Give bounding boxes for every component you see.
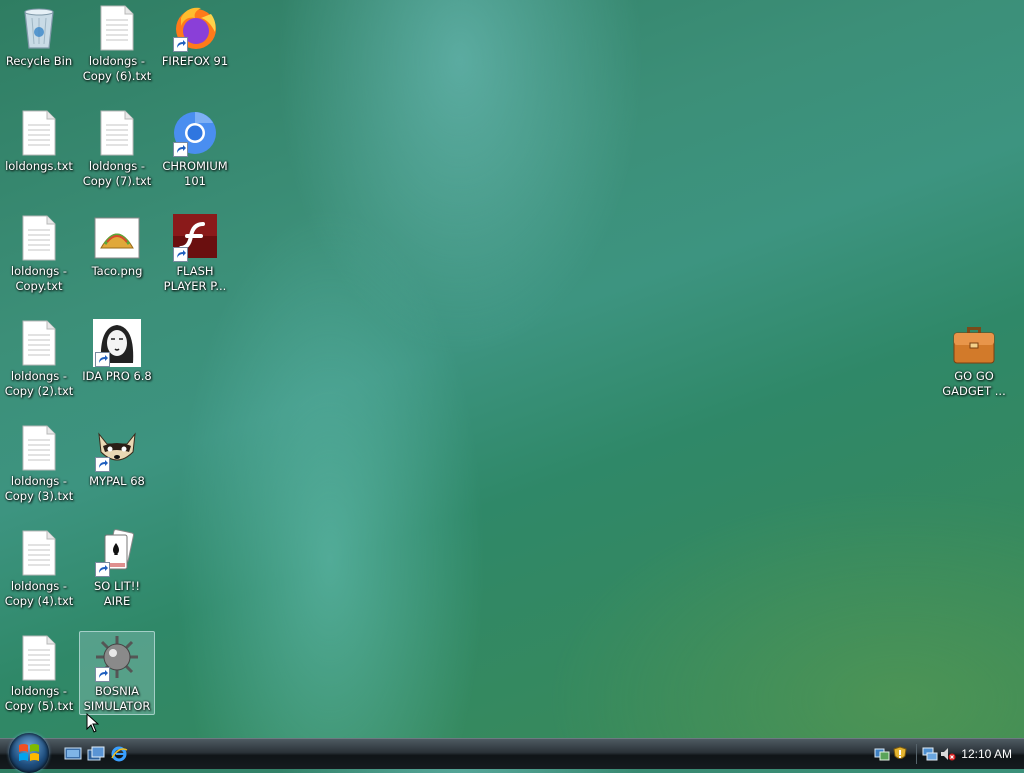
text-file-icon <box>15 634 63 682</box>
solitaire-cards-icon <box>93 529 141 577</box>
shortcut-arrow-icon <box>173 37 188 52</box>
chromium-icon <box>171 109 219 157</box>
desktop-icon-loldongs[interactable]: loldongs.txt <box>2 107 76 187</box>
text-file-icon <box>15 319 63 367</box>
desktop-icon-loldongs-copy-4[interactable]: loldongs - Copy (4).txt <box>2 527 76 608</box>
text-file-icon <box>15 214 63 262</box>
network-icon[interactable] <box>922 746 938 762</box>
desktop-icon-loldongs-copy-3[interactable]: loldongs - Copy (3).txt <box>2 422 76 503</box>
desktop-icon-taco-png[interactable]: Taco.png <box>80 212 154 292</box>
security-shield-icon[interactable] <box>892 746 908 762</box>
desktop-icon-chromium[interactable]: CHROMIUM 101 <box>158 107 232 188</box>
internet-explorer-button[interactable] <box>110 746 128 762</box>
text-file-icon <box>15 424 63 472</box>
switch-windows-button[interactable] <box>87 746 105 762</box>
taskbar: 12:10 AM <box>0 733 1024 773</box>
shortcut-arrow-icon <box>95 562 110 577</box>
desktop-icon-bosnia-simulator[interactable]: BOSNIA SIMULATOR <box>79 631 155 715</box>
mypal-raccoon-icon <box>93 424 141 472</box>
show-desktop-button[interactable] <box>64 746 82 762</box>
recycle-bin-icon <box>15 4 63 52</box>
desktop-icon-mypal[interactable]: MYPAL 68 <box>80 422 154 502</box>
firefox-icon <box>171 4 219 52</box>
taco-image-icon <box>93 214 141 262</box>
desktop-icon-loldongs-copy-6[interactable]: loldongs - Copy (6).txt <box>80 2 154 83</box>
desktop-icon-loldongs-copy-5[interactable]: loldongs - Copy (5).txt <box>2 632 76 713</box>
internet-explorer-icon <box>111 746 128 762</box>
desktop[interactable]: Recycle Bin loldongs.txt loldongs - Copy… <box>0 0 1024 738</box>
desktop-icon-flash-player[interactable]: FLASH PLAYER P... <box>158 212 232 293</box>
mouse-cursor-icon <box>86 712 100 737</box>
shortcut-arrow-icon <box>173 247 188 262</box>
desktop-icon-firefox[interactable]: FIREFOX 91 <box>158 2 232 82</box>
start-orb-icon <box>19 744 39 761</box>
minesweeper-mine-icon <box>93 634 141 682</box>
desktop-icon-loldongs-copy[interactable]: loldongs - Copy.txt <box>2 212 76 293</box>
text-file-icon <box>93 4 141 52</box>
shortcut-arrow-icon <box>173 142 188 157</box>
desktop-icon-solitaire[interactable]: SO LIT!! AIRE <box>80 527 154 608</box>
text-file-icon <box>15 109 63 157</box>
desktop-icon-recycle-bin[interactable]: Recycle Bin <box>2 2 76 82</box>
flash-player-icon <box>171 214 219 262</box>
shortcut-arrow-icon <box>95 352 110 367</box>
desktop-icon-loldongs-copy-7[interactable]: loldongs - Copy (7).txt <box>80 107 154 188</box>
desktop-icon-go-go-gadget[interactable]: GO GO GADGET ... <box>937 317 1011 398</box>
desktop-icon-loldongs-copy-2[interactable]: loldongs - Copy (2).txt <box>2 317 76 398</box>
switch-windows-icon <box>87 746 105 761</box>
network-sync-icon[interactable] <box>874 746 890 762</box>
shortcut-arrow-icon <box>95 667 110 682</box>
gadget-briefcase-icon <box>950 319 998 367</box>
shortcut-arrow-icon <box>95 457 110 472</box>
system-tray: 12:10 AM <box>866 741 1024 767</box>
start-button[interactable] <box>9 733 49 773</box>
volume-muted-icon[interactable] <box>940 746 956 762</box>
show-desktop-icon <box>64 747 82 760</box>
desktop-icon-ida-pro[interactable]: IDA PRO 6.8 <box>80 317 154 397</box>
ida-pro-icon <box>93 319 141 367</box>
tray-separator <box>916 744 917 764</box>
text-file-icon <box>15 529 63 577</box>
clock[interactable]: 12:10 AM <box>961 747 1012 761</box>
text-file-icon <box>93 109 141 157</box>
